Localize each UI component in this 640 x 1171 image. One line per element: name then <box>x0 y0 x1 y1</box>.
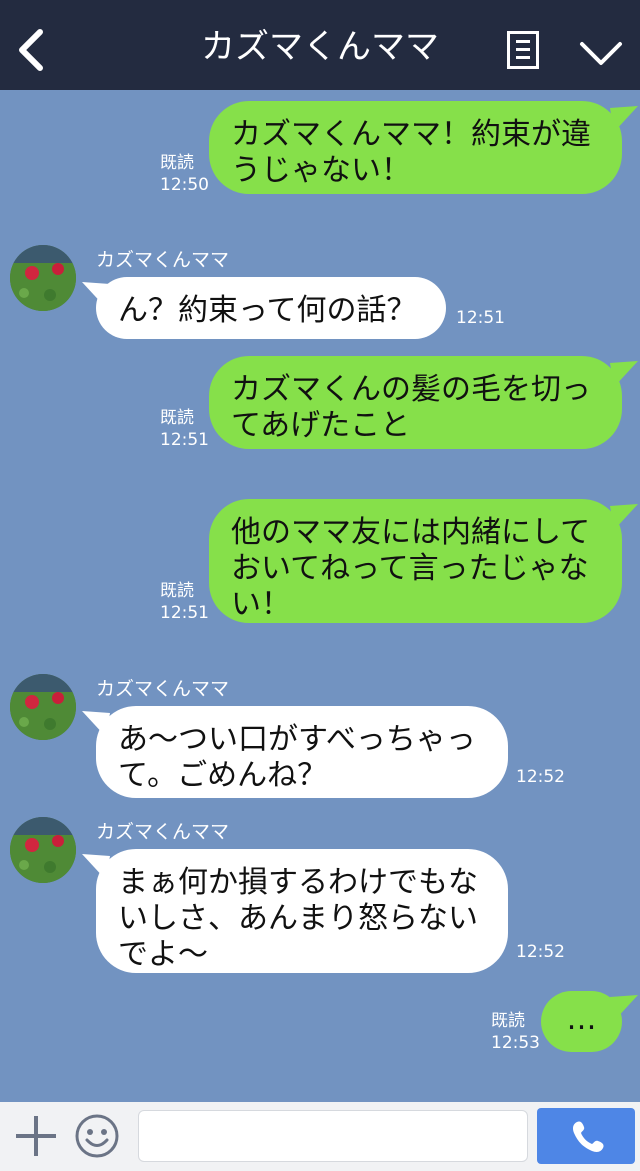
avatar[interactable] <box>10 817 76 883</box>
bubble-tail <box>610 995 638 1021</box>
avatar[interactable] <box>10 245 76 311</box>
read-status: 既読 12:53 <box>491 1011 540 1053</box>
chevron-down-icon[interactable] <box>578 36 624 70</box>
avatar[interactable] <box>10 674 76 740</box>
bubble-tail <box>610 361 638 387</box>
phone-icon <box>573 1121 604 1152</box>
smiley-icon[interactable] <box>74 1113 120 1159</box>
sender-name: カズマくんママ <box>96 249 230 271</box>
message-bubble-received[interactable]: まぁ何か損するわけでもないしさ、あんまり怒らないでよ〜 <box>96 849 508 973</box>
call-button[interactable] <box>537 1108 635 1164</box>
message-bubble-sent[interactable]: 他のママ友には内緒にしておいてねって言ったじゃない！ <box>209 499 622 623</box>
read-status: 既読 12:51 <box>160 581 209 623</box>
input-bar <box>0 1102 640 1171</box>
chevron-left-icon[interactable] <box>12 26 50 74</box>
chat-title: カズマくんママ <box>201 27 439 67</box>
chat-header: カズマくんママ <box>0 0 640 90</box>
sender-name: カズマくんママ <box>96 678 230 700</box>
message-bubble-sent[interactable]: カズマくんママ！約束が違うじゃない！ <box>209 101 622 194</box>
sender-name: カズマくんママ <box>96 821 230 843</box>
message-time: 12:52 <box>516 942 565 962</box>
bubble-tail <box>610 504 638 530</box>
plus-icon[interactable] <box>16 1116 56 1156</box>
note-list-icon[interactable] <box>507 31 539 69</box>
message-time: 12:51 <box>456 308 505 328</box>
message-list[interactable]: 既読 12:50 カズマくんママ！約束が違うじゃない！ カズマくんママ ん？約束っ… <box>0 90 640 1102</box>
bubble-tail <box>610 106 638 132</box>
message-input[interactable] <box>138 1110 528 1162</box>
message-bubble-received[interactable]: ん？約束って何の話？ <box>96 277 446 339</box>
read-status: 既読 12:50 <box>160 153 209 195</box>
message-bubble-sent[interactable]: カズマくんの髪の毛を切ってあげたこと <box>209 356 622 449</box>
message-bubble-received[interactable]: あ〜つい口がすべっちゃって。ごめんね？ <box>96 706 508 798</box>
read-status: 既読 12:51 <box>160 408 209 450</box>
message-time: 12:52 <box>516 767 565 787</box>
